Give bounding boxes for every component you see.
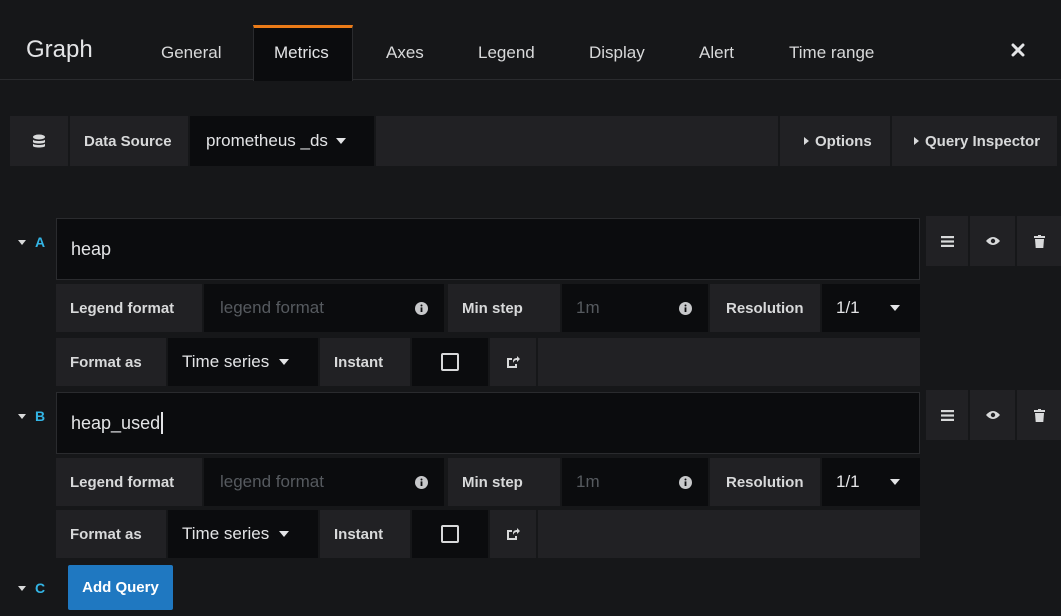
query-a-letter: A: [35, 234, 46, 250]
query-a-resolution-label: Resolution: [710, 284, 820, 332]
query-c-collapse-toggle[interactable]: C: [18, 578, 58, 598]
panel-header: [0, 0, 1061, 80]
query-a-expression-input[interactable]: heap: [56, 218, 920, 280]
query-a-minstep-placeholder: 1m: [576, 298, 600, 317]
datasource-label: Data Source: [70, 116, 188, 166]
chevron-down-icon: [279, 531, 290, 537]
share-icon[interactable]: [490, 338, 536, 386]
query-a-legend-placeholder: legend format: [220, 298, 324, 317]
info-icon[interactable]: [677, 474, 693, 490]
caret-right-icon: [804, 137, 809, 145]
query-b-instant-checkbox[interactable]: [412, 510, 488, 558]
datasource-value: prometheus _ds: [206, 131, 328, 150]
query-b-format-select[interactable]: Time series: [168, 510, 318, 558]
options-label: Options: [815, 132, 872, 150]
query-b-minstep-label: Min step: [448, 458, 560, 506]
query-b-collapse-toggle[interactable]: B: [18, 406, 58, 426]
query-a-format-label: Format as: [56, 338, 166, 386]
query-b-legend-placeholder: legend format: [220, 472, 324, 491]
query-a-legend-input[interactable]: legend format: [204, 284, 444, 332]
query-b-format-label: Format as: [56, 510, 166, 558]
hamburger-icon[interactable]: [926, 216, 968, 266]
tab-alert[interactable]: Alert: [699, 43, 734, 63]
eye-icon[interactable]: [970, 390, 1015, 440]
caret-right-icon: [914, 137, 919, 145]
query-a-resolution-value: 1/1: [836, 298, 860, 317]
add-query-label: Add Query: [82, 579, 159, 596]
query-inspector-button[interactable]: Query Inspector: [892, 116, 1057, 166]
caret-down-icon: [18, 585, 26, 591]
tab-axes[interactable]: Axes: [386, 43, 424, 63]
text-cursor: [161, 412, 164, 434]
info-icon[interactable]: [413, 474, 429, 490]
options-button[interactable]: Options: [780, 116, 890, 166]
trash-icon[interactable]: [1017, 390, 1061, 440]
query-a-format-select[interactable]: Time series: [168, 338, 318, 386]
query-a-instant-label: Instant: [320, 338, 410, 386]
tab-display[interactable]: Display: [589, 43, 645, 63]
hamburger-icon[interactable]: [926, 390, 968, 440]
query-c-letter: C: [35, 580, 46, 596]
share-icon[interactable]: [490, 510, 536, 558]
info-icon[interactable]: [677, 300, 693, 316]
query-a-row-filler: [538, 338, 920, 386]
query-b-instant-label: Instant: [320, 510, 410, 558]
query-b-minstep-placeholder: 1m: [576, 472, 600, 491]
tab-legend[interactable]: Legend: [478, 43, 535, 63]
trash-icon[interactable]: [1017, 216, 1061, 266]
chevron-down-icon: [889, 479, 900, 485]
query-inspector-label: Query Inspector: [925, 132, 1041, 150]
query-b-resolution-select[interactable]: 1/1: [822, 458, 920, 506]
query-a-legend-label: Legend format: [56, 284, 202, 332]
query-a-instant-checkbox[interactable]: [412, 338, 488, 386]
eye-icon[interactable]: [970, 216, 1015, 266]
query-a-minstep-label: Min step: [448, 284, 560, 332]
query-b-expression: heap_used: [71, 412, 161, 433]
chevron-down-icon: [335, 138, 346, 144]
info-icon[interactable]: [413, 300, 429, 316]
query-a-resolution-select[interactable]: 1/1: [822, 284, 920, 332]
query-b-row-filler: [538, 510, 920, 558]
caret-down-icon: [18, 413, 26, 419]
query-a-expression: heap: [71, 238, 112, 259]
chevron-down-icon: [279, 359, 290, 365]
tab-time-range[interactable]: Time range: [789, 43, 874, 63]
add-query-button[interactable]: Add Query: [68, 565, 173, 610]
close-icon[interactable]: [1008, 40, 1028, 60]
query-a-format-value: Time series: [182, 352, 270, 371]
query-b-letter: B: [35, 408, 46, 424]
query-b-resolution-label: Resolution: [710, 458, 820, 506]
panel-title: Graph: [26, 36, 93, 63]
tab-general[interactable]: General: [161, 43, 221, 63]
query-b-legend-input[interactable]: legend format: [204, 458, 444, 506]
query-a-collapse-toggle[interactable]: A: [18, 232, 58, 252]
query-b-expression-input[interactable]: heap_used: [56, 392, 920, 454]
database-icon: [10, 116, 68, 166]
chevron-down-icon: [889, 305, 900, 311]
query-b-format-value: Time series: [182, 524, 270, 543]
query-b-resolution-value: 1/1: [836, 472, 860, 491]
caret-down-icon: [18, 239, 26, 245]
datasource-select[interactable]: prometheus _ds: [190, 116, 374, 166]
datasource-filler: [376, 116, 778, 166]
query-b-legend-label: Legend format: [56, 458, 202, 506]
tab-metrics[interactable]: Metrics: [274, 43, 329, 63]
